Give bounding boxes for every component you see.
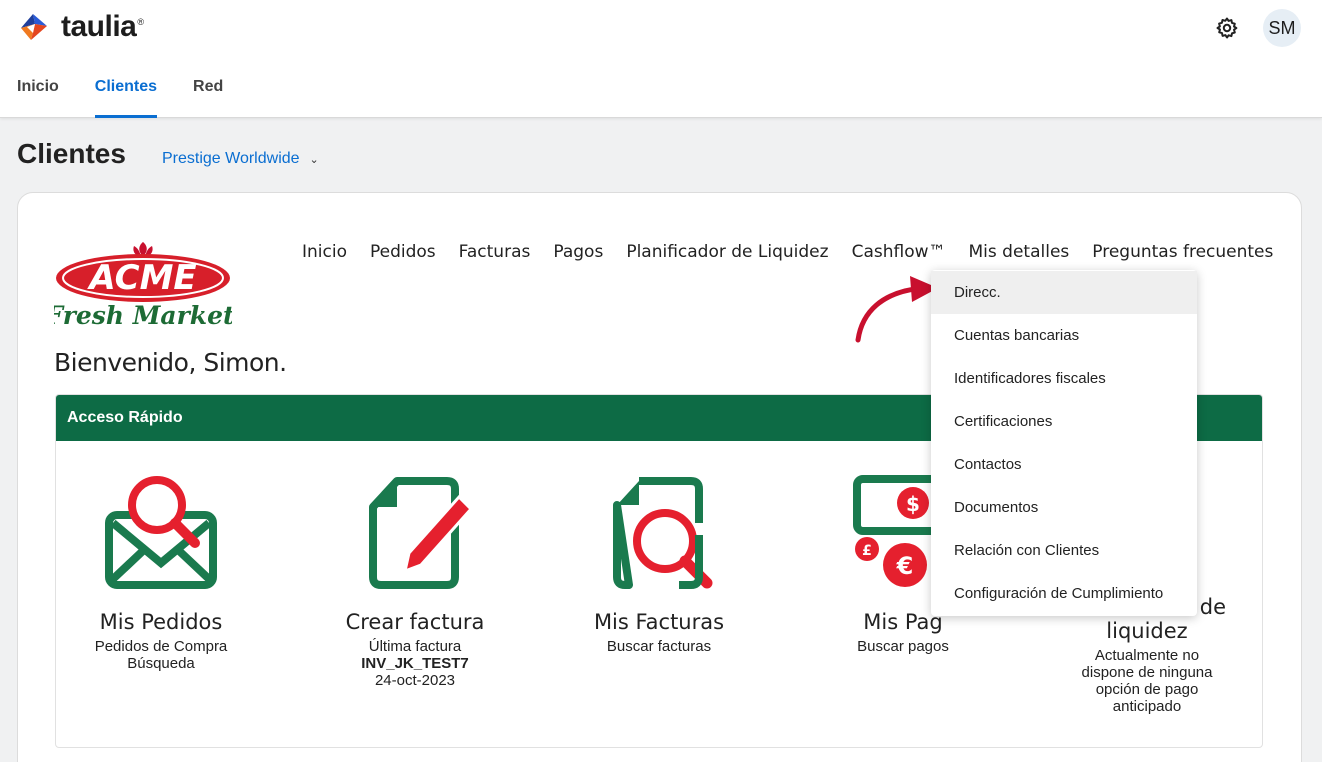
- tile-subtitle: Buscar pagos: [857, 638, 949, 655]
- last-invoice-date: 24-oct-2023: [374, 672, 456, 689]
- portal-nav-facturas[interactable]: Facturas: [459, 242, 531, 262]
- portal-nav-mis-detalles[interactable]: Mis detalles: [969, 242, 1070, 262]
- portal-nav-planificador[interactable]: Planificador de Liquidez: [626, 242, 828, 262]
- tile-mis-facturas[interactable]: Mis Facturas Buscar facturas: [574, 475, 744, 655]
- tile-subtitle: Última factura: [368, 638, 462, 655]
- portal-nav-preguntas[interactable]: Preguntas frecuentes: [1092, 242, 1273, 262]
- main-tabs: Inicio Clientes Red: [17, 74, 259, 118]
- menu-item-identificadores-fiscales[interactable]: Identificadores fiscales: [931, 357, 1197, 400]
- menu-item-certificaciones[interactable]: Certificaciones: [931, 400, 1197, 443]
- tile-subtitle: Actualmente no: [1094, 647, 1200, 664]
- tab-red[interactable]: Red: [193, 74, 223, 118]
- tile-mis-pedidos[interactable]: Mis Pedidos Pedidos de Compra Búsqueda: [76, 475, 246, 672]
- document-pencil-icon: [369, 477, 474, 589]
- annotation-arrow-icon: [855, 276, 938, 343]
- settings-gear-icon[interactable]: [1215, 16, 1239, 40]
- envelope-search-icon: [105, 476, 217, 589]
- menu-item-relacion-clientes[interactable]: Relación con Clientes: [931, 529, 1197, 572]
- tile-subtitle: Buscar facturas: [606, 638, 712, 655]
- tile-crear-factura[interactable]: Crear factura Última factura INV_JK_TEST…: [330, 475, 500, 689]
- taulia-mark-icon: [21, 14, 47, 40]
- tile-subtitle: anticipado: [1112, 698, 1182, 715]
- tile-title: Crear factura: [345, 610, 485, 634]
- tile-subtitle: dispone de ninguna: [1081, 664, 1213, 681]
- taulia-logo[interactable]: taulia®: [17, 10, 144, 44]
- menu-item-direcc[interactable]: Direcc.: [931, 271, 1197, 314]
- tile-subtitle: opción de pago: [1095, 681, 1199, 698]
- portal-nav: Inicio Pedidos Facturas Pagos Planificad…: [302, 242, 1296, 262]
- chevron-down-icon: ⌄: [309, 153, 319, 166]
- tile-title: Mis Pedidos: [99, 610, 223, 634]
- acme-fresh-market-logo: ACME Fresh Market: [54, 242, 232, 330]
- top-header: taulia® SM Inicio Clientes Red: [0, 0, 1322, 118]
- tile-subtitle: Pedidos de Compra: [94, 638, 228, 655]
- logo-acme-text: ACME: [86, 258, 196, 298]
- portal-nav-inicio[interactable]: Inicio: [302, 242, 347, 262]
- svg-text:€: €: [896, 552, 914, 580]
- portal-nav-pagos[interactable]: Pagos: [553, 242, 603, 262]
- portal-nav-cashflow[interactable]: Cashflow™: [852, 242, 946, 262]
- welcome-message: Bienvenido, Simon.: [54, 348, 287, 377]
- tab-clientes[interactable]: Clientes: [94, 74, 158, 118]
- menu-item-configuracion-cumplimiento[interactable]: Configuración de Cumplimiento: [931, 572, 1197, 615]
- svg-text:$: $: [906, 492, 920, 516]
- user-avatar[interactable]: SM: [1263, 9, 1301, 47]
- page-title: Clientes: [17, 138, 126, 169]
- client-selector-value: Prestige Worldwide: [162, 150, 300, 167]
- client-selector[interactable]: Prestige Worldwide ⌄: [162, 150, 319, 168]
- last-invoice-number: INV_JK_TEST7: [361, 655, 469, 672]
- svg-text:£: £: [862, 543, 872, 559]
- mis-detalles-dropdown: Direcc. Cuentas bancarias Identificadore…: [931, 270, 1197, 616]
- brand-name: taulia®: [61, 10, 144, 43]
- menu-item-cuentas-bancarias[interactable]: Cuentas bancarias: [931, 314, 1197, 357]
- document-search-icon: [613, 477, 713, 589]
- logo-fresh-market-text: Fresh Market: [54, 301, 232, 330]
- menu-item-contactos[interactable]: Contactos: [931, 443, 1197, 486]
- tile-title: Mis Facturas: [593, 610, 725, 634]
- menu-item-documentos[interactable]: Documentos: [931, 486, 1197, 529]
- tile-title-line2: liquidez: [1106, 619, 1188, 643]
- tile-subtitle: Búsqueda: [127, 655, 195, 672]
- portal-nav-pedidos[interactable]: Pedidos: [370, 242, 436, 262]
- tab-inicio[interactable]: Inicio: [17, 74, 59, 118]
